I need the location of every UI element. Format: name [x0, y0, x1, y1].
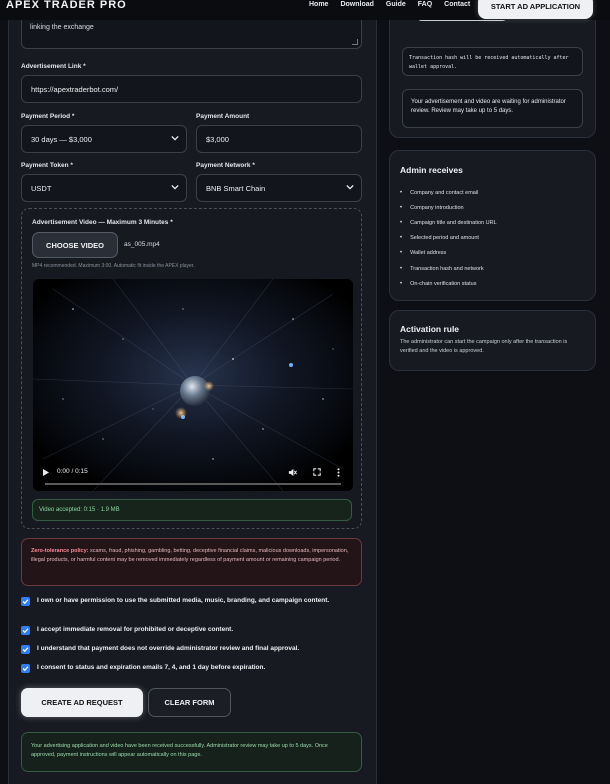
list-item: Selected period and amount: [400, 231, 497, 246]
policy-title: Zero-tolerance policy:: [31, 548, 89, 554]
consent-label: I accept immediate removal for prohibite…: [37, 626, 234, 633]
payment-amount-label: Payment Amount: [196, 113, 250, 120]
ad-link-label: Advertisement Link *: [21, 63, 86, 70]
payment-token-select[interactable]: USDT: [21, 174, 187, 202]
consent-label: I understand that payment does not overr…: [37, 645, 300, 652]
play-icon[interactable]: [43, 469, 49, 476]
video-label: Advertisement Video — Maximum 3 Minutes …: [32, 219, 173, 226]
start-ad-application-button[interactable]: START AD APPLICATION: [478, 0, 593, 19]
choose-video-button[interactable]: CHOOSE VIDEO: [32, 232, 118, 258]
video-controls: 0:00 / 0:15: [33, 461, 353, 491]
clear-form-button[interactable]: CLEAR FORM: [148, 688, 231, 717]
brand-logo[interactable]: APEX TRADER PRO: [6, 0, 127, 11]
consent-check-removal[interactable]: I accept immediate removal for prohibite…: [21, 625, 356, 635]
zero-tolerance-policy: Zero-tolerance policy: scams, fraud, phi…: [21, 538, 362, 586]
video-player[interactable]: 0:00 / 0:15: [33, 279, 353, 491]
nav-link-faq[interactable]: FAQ: [418, 1, 432, 8]
checkbox-checked-icon[interactable]: [21, 664, 30, 673]
top-nav: APEX TRADER PRO Home Download Guide FAQ …: [0, 0, 610, 20]
payment-token-label: Payment Token *: [21, 162, 73, 169]
list-item: Transaction hash and network: [400, 261, 497, 276]
more-options-icon[interactable]: [337, 468, 340, 477]
admin-receives-list: Company and contact email Company introd…: [400, 185, 497, 291]
payment-network-label: Payment Network *: [196, 162, 255, 169]
checkbox-checked-icon[interactable]: [21, 645, 30, 654]
list-item: Wallet address: [400, 246, 497, 261]
create-ad-request-button[interactable]: CREATE AD REQUEST: [21, 688, 143, 717]
activation-rule-card: Activation rule The administrator can st…: [389, 310, 596, 371]
nav-link-download[interactable]: Download: [340, 1, 373, 8]
consent-label: I own or have permission to use the subm…: [37, 597, 330, 604]
nav-link-contact[interactable]: Contact: [444, 1, 470, 8]
review-status-note: Your advertisement and video are waiting…: [402, 89, 583, 128]
success-message: Your advertising application and video h…: [21, 732, 362, 772]
video-progress-bar[interactable]: [45, 483, 341, 485]
activation-rule-text: The administrator can start the campaign…: [400, 339, 568, 355]
textarea-text: linking the exchange: [30, 24, 94, 31]
video-accepted-status: Video accepted: 0:15 · 1.9 MB: [32, 499, 352, 521]
chevron-down-icon: [171, 135, 179, 141]
list-item: Company and contact email: [400, 185, 497, 200]
consent-check-media[interactable]: I own or have permission to use the subm…: [21, 596, 356, 606]
checkbox-checked-icon[interactable]: [21, 597, 30, 606]
transaction-hash-note: Transaction hash will be received automa…: [402, 47, 583, 76]
nav-links: Home Download Guide FAQ Contact: [309, 1, 482, 8]
space-scene: [33, 279, 353, 491]
admin-receives-title: Admin receives: [400, 165, 463, 175]
video-file-name: as_005.mp4: [124, 241, 160, 248]
payment-token-value: USDT: [31, 183, 52, 193]
nav-link-guide[interactable]: Guide: [386, 1, 406, 8]
payment-network-value: BNB Smart Chain: [206, 183, 266, 193]
chevron-down-icon: [171, 184, 179, 190]
consent-check-review[interactable]: I understand that payment does not overr…: [21, 644, 356, 654]
nav-link-home[interactable]: Home: [309, 1, 328, 8]
fullscreen-icon[interactable]: [313, 468, 321, 476]
payment-amount-field: $3,000: [196, 125, 362, 153]
list-item: Campaign title and destination URL: [400, 215, 497, 230]
video-upload-section: Advertisement Video — Maximum 3 Minutes …: [21, 208, 362, 529]
payment-network-select[interactable]: BNB Smart Chain: [196, 174, 362, 202]
consent-check-emails[interactable]: I consent to status and expiration email…: [21, 663, 356, 673]
wallet-panel: Transaction hash will be received automa…: [389, 12, 596, 138]
chevron-down-icon: [346, 184, 354, 190]
video-time: 0:00 / 0:15: [57, 468, 88, 475]
payment-period-value: 30 days — $3,000: [31, 134, 92, 144]
admin-receives-card: Admin receives Company and contact email…: [389, 150, 596, 301]
payment-period-select[interactable]: 30 days — $3,000: [21, 125, 187, 153]
resize-grip-icon[interactable]: [352, 39, 358, 45]
ad-link-input[interactable]: https://apextraderbot.com/: [21, 75, 362, 103]
video-hint: MP4 recommended. Maximum 3:00. Automatic…: [32, 263, 195, 269]
list-item: On-chain verification status: [400, 276, 497, 291]
payment-period-label: Payment Period *: [21, 113, 75, 120]
consent-label: I consent to status and expiration email…: [37, 664, 266, 671]
list-item: Company introduction: [400, 200, 497, 215]
mute-icon[interactable]: [288, 468, 297, 477]
activation-rule-title: Activation rule: [400, 324, 460, 334]
checkbox-checked-icon[interactable]: [21, 626, 30, 635]
